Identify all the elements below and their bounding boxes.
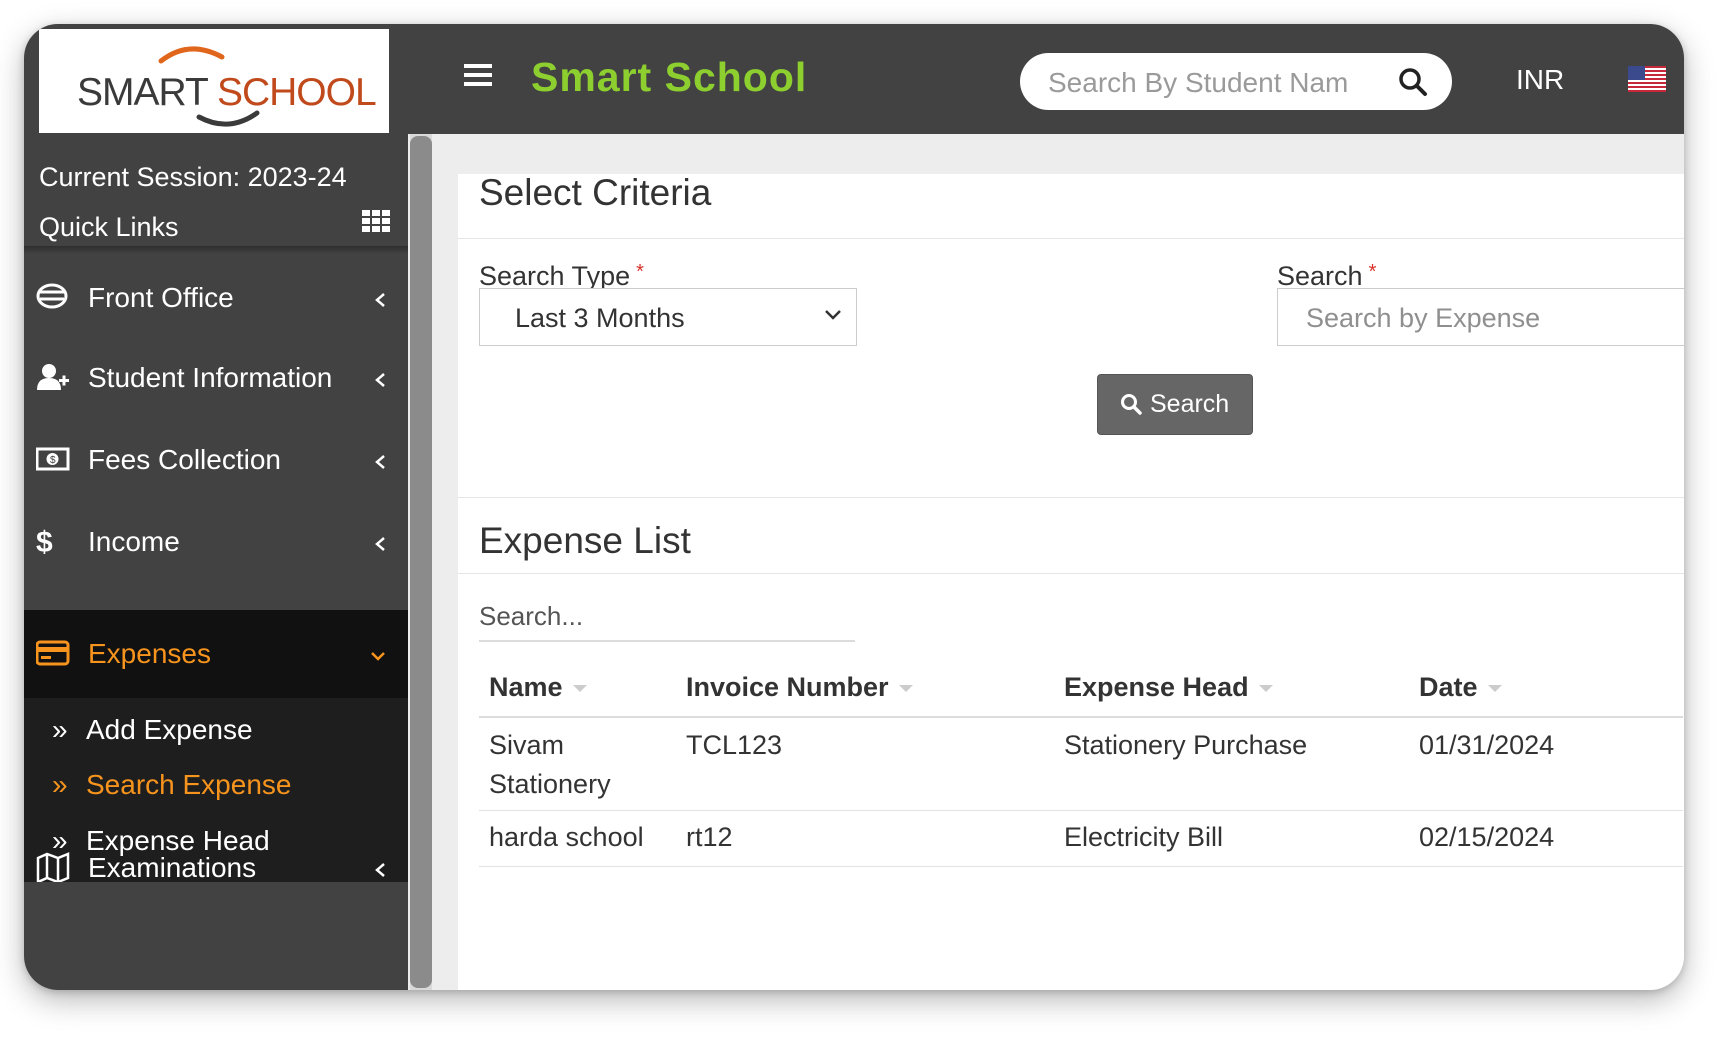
student-search-box: [1020, 53, 1452, 112]
sort-icon: [1487, 685, 1502, 693]
column-header-name[interactable]: Name: [489, 672, 587, 703]
app-title: Smart School: [531, 54, 808, 100]
expense-search-field: [1277, 288, 1684, 347]
label-text: Search Type: [479, 261, 631, 291]
sidebar-item-income[interactable]: $ Income: [24, 498, 408, 586]
search-button[interactable]: Search: [1097, 374, 1253, 435]
row-divider: [479, 810, 1683, 811]
sidebar-item-examinations[interactable]: Examinations: [24, 824, 408, 912]
dollar-icon: $: [36, 526, 53, 556]
sidebar-item-fees-collection[interactable]: $ Fees Collection: [24, 416, 408, 504]
chevron-left-icon: [375, 537, 385, 551]
chevron-left-icon: [375, 863, 385, 877]
user-plus-icon: [37, 364, 69, 390]
section-title-select-criteria: Select Criteria: [479, 172, 712, 213]
chevron-left-icon: [375, 293, 385, 307]
sort-icon: [898, 685, 913, 693]
sidebar-item-front-office[interactable]: Front Office: [24, 254, 408, 342]
logo-smart: SMART: [77, 71, 208, 114]
student-search-input[interactable]: [1046, 53, 1350, 112]
submenu-label: Search Expense: [86, 769, 292, 800]
chevron-down-icon: [371, 652, 385, 661]
submenu-label: Add Expense: [86, 714, 253, 745]
expense-search-input[interactable]: [1304, 289, 1684, 347]
cell-invoice: rt12: [686, 822, 733, 852]
column-header-date[interactable]: Date: [1419, 672, 1502, 703]
sidebar-scrollbar-thumb[interactable]: [410, 136, 432, 988]
cell-expense-head: Stationery Purchase: [1064, 730, 1308, 760]
ticket-icon: [36, 283, 68, 309]
sidebar-item-label: Front Office: [88, 282, 234, 313]
sidebar-item-label: Fees Collection: [88, 444, 281, 475]
cell-name: harda school: [489, 818, 644, 857]
select-value: Last 3 Months: [515, 303, 685, 333]
column-header-label: Expense Head: [1064, 672, 1249, 702]
cell-name-line: harda school: [489, 822, 644, 852]
cell-name-line: Sivam: [489, 730, 565, 760]
column-header-expense-head[interactable]: Expense Head: [1064, 672, 1273, 703]
double-chevron-right-icon: »: [52, 714, 68, 745]
menu-toggle-icon[interactable]: [464, 64, 492, 88]
submenu-add-expense[interactable]: » Add Expense: [52, 714, 253, 746]
label-text: Search: [1277, 261, 1363, 291]
svg-text:$: $: [36, 526, 53, 556]
sidebar-item-expenses[interactable]: Expenses: [24, 610, 408, 698]
divider: [24, 246, 408, 254]
search-button-label: Search: [1150, 390, 1230, 418]
sidebar-item-label: Income: [88, 526, 180, 557]
divider: [458, 573, 1684, 574]
cell-invoice: TCL123: [686, 730, 783, 760]
chevron-down-icon: [825, 310, 841, 320]
logo-text: SMART SCHOOL: [77, 71, 377, 115]
chevron-left-icon: [375, 373, 385, 387]
sidebar-item-label: Student Information: [88, 362, 333, 393]
current-session: Current Session: 2023-24: [39, 162, 347, 192]
sidebar-item-student-information[interactable]: Student Information: [24, 334, 408, 422]
required-asterisk: *: [636, 261, 644, 283]
quick-links[interactable]: Quick Links: [39, 212, 179, 243]
column-header-label: Invoice Number: [686, 672, 889, 702]
logo[interactable]: SMART SCHOOL: [39, 29, 389, 133]
money-icon: $: [36, 447, 70, 471]
cell-name-line: Stationery: [489, 769, 611, 799]
svg-text:$: $: [50, 455, 56, 466]
table-search-input[interactable]: [479, 594, 855, 638]
search-type-select[interactable]: Last 3 Months: [479, 288, 857, 346]
map-icon: [36, 852, 70, 882]
sidebar-item-label: Expenses: [88, 638, 211, 669]
cell-expense-head: Electricity Bill: [1064, 822, 1224, 852]
row-divider: [479, 866, 1683, 867]
chevron-left-icon: [375, 455, 385, 469]
search-icon[interactable]: [1398, 67, 1428, 97]
sidebar-item-label: Examinations: [88, 852, 257, 883]
currency-selector[interactable]: INR: [1516, 64, 1564, 96]
top-bar: SMART SCHOOL Smart School INR: [24, 24, 1684, 134]
required-asterisk: *: [1368, 261, 1377, 283]
divider: [458, 238, 1684, 239]
us-flag-icon[interactable]: [1628, 66, 1666, 92]
cell-date: 01/31/2024: [1419, 730, 1555, 760]
cell-date: 02/15/2024: [1419, 822, 1555, 852]
section-title-expense-list: Expense List: [479, 520, 691, 561]
cell-name: Sivam Stationery: [489, 726, 611, 804]
grid-icon[interactable]: [362, 210, 390, 232]
sort-icon: [572, 685, 587, 693]
app-window: SMART SCHOOL Smart School INR: [24, 24, 1684, 990]
column-header-label: Date: [1419, 672, 1478, 702]
credit-card-icon: [36, 640, 70, 666]
table-header-divider: [479, 716, 1683, 718]
divider: [458, 497, 1684, 498]
column-header-invoice-number[interactable]: Invoice Number: [686, 672, 913, 703]
table-search-box: [479, 594, 855, 642]
sort-icon: [1258, 685, 1273, 693]
column-header-label: Name: [489, 672, 563, 702]
search-icon: [1121, 394, 1142, 415]
logo-school: SCHOOL: [216, 71, 377, 114]
submenu-search-expense[interactable]: » Search Expense: [52, 769, 291, 801]
double-chevron-right-icon: »: [52, 769, 68, 800]
